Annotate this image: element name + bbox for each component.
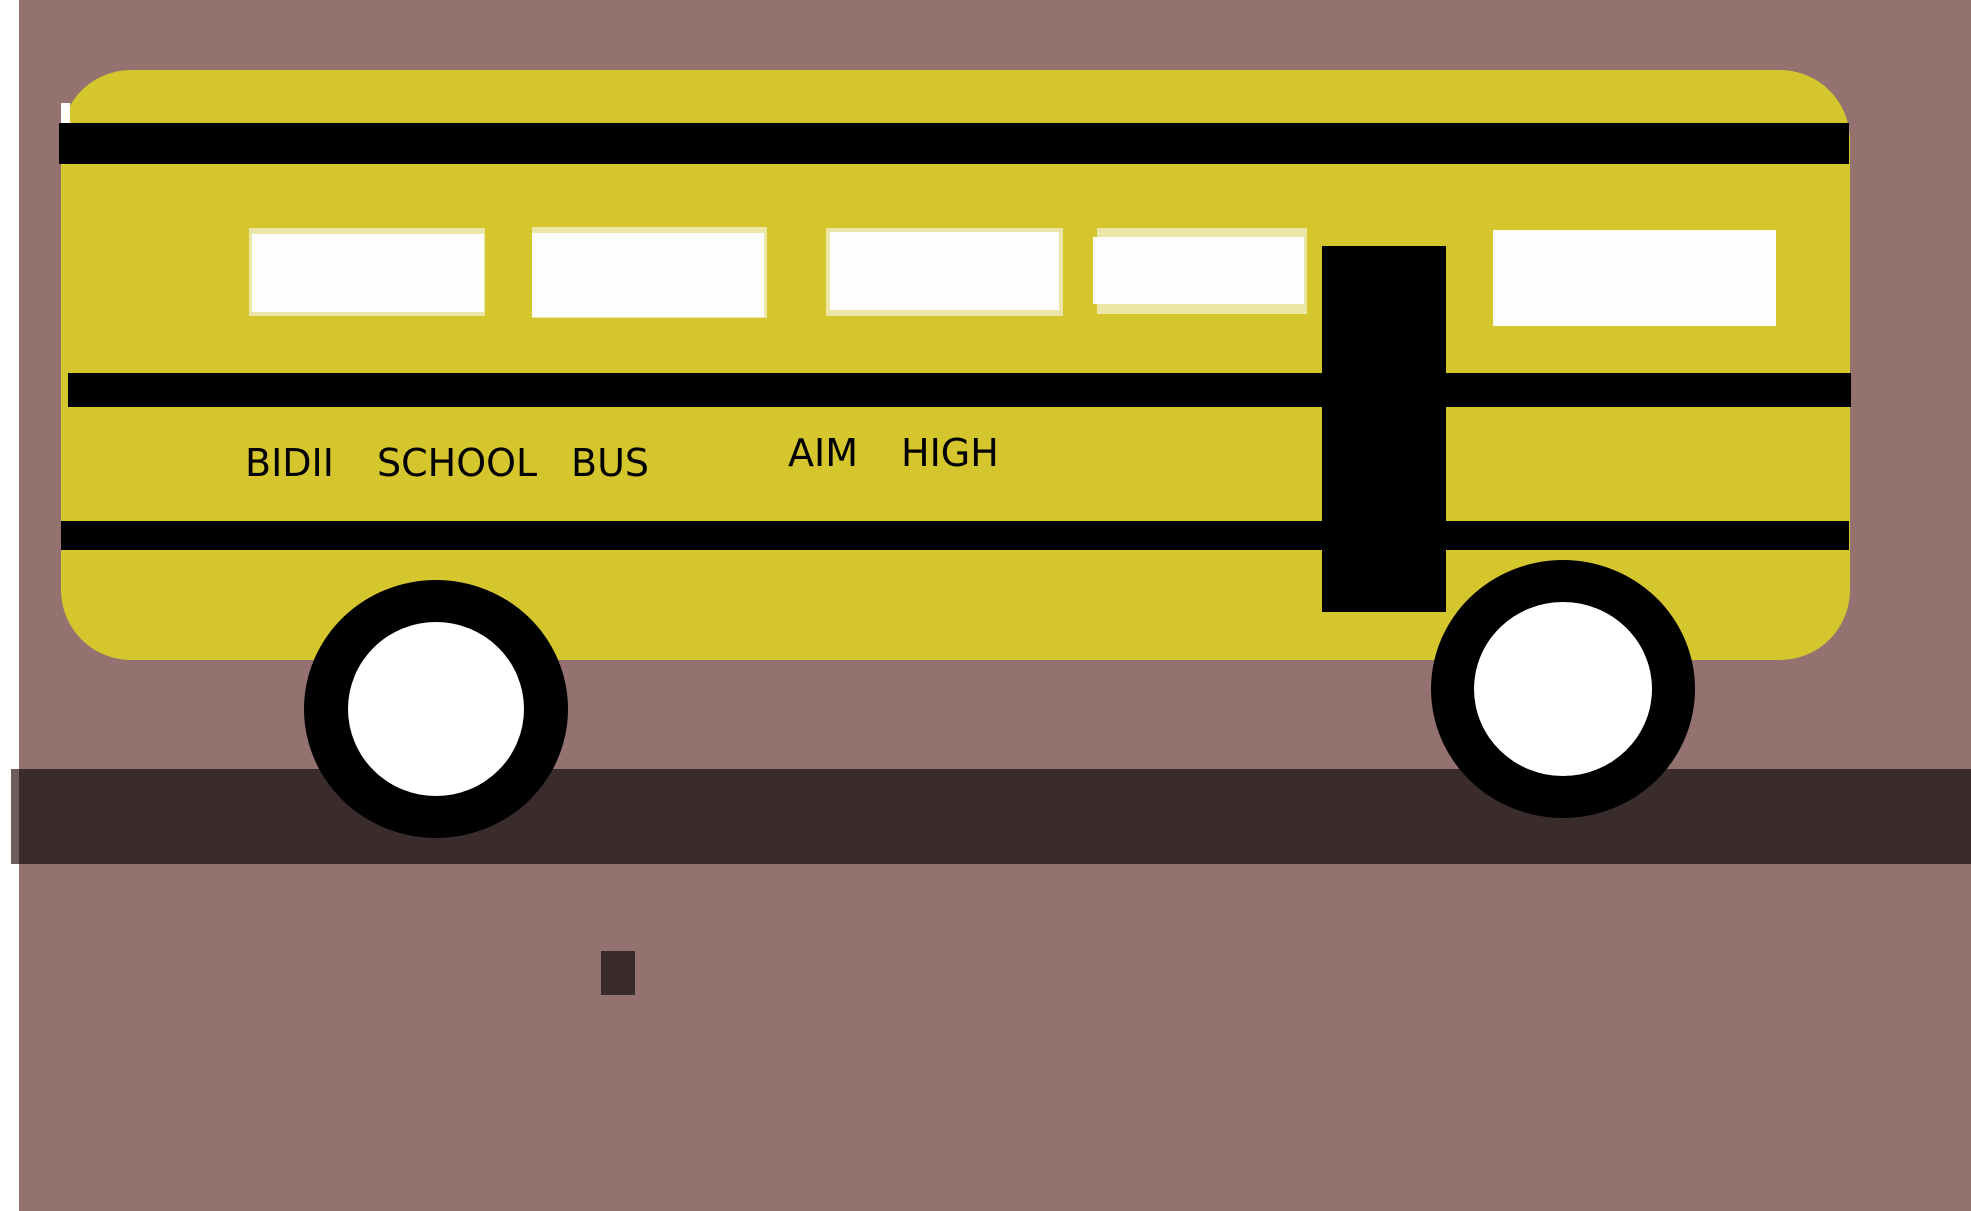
hubcap: [348, 622, 524, 796]
lower-stripe: [61, 521, 1849, 550]
windows: [249, 227, 1776, 326]
bus-illustration: BIDII SCHOOL BUS AIM HIGH: [0, 0, 1971, 1211]
window: [252, 234, 484, 312]
bus-door: [1322, 246, 1446, 612]
rear-wheel: [1431, 560, 1695, 818]
hubcap: [1474, 602, 1652, 776]
motto-word-2: HIGH: [901, 431, 999, 475]
bus-name-word-1: BIDII: [245, 441, 334, 485]
middle-stripe: [68, 373, 1851, 407]
road: [11, 769, 1971, 864]
top-stripe: [59, 123, 1849, 164]
window: [1493, 230, 1776, 326]
bus-corner-mark: [61, 103, 70, 125]
road-edge: [11, 769, 19, 864]
window: [1093, 237, 1304, 304]
front-wheel: [304, 580, 568, 838]
bus-name-word-3: BUS: [571, 441, 649, 485]
motto-word-1: AIM: [788, 431, 858, 475]
window: [532, 233, 764, 317]
road-marker: [601, 951, 635, 995]
bus-name-word-2: SCHOOL: [377, 441, 537, 485]
window: [830, 232, 1059, 310]
